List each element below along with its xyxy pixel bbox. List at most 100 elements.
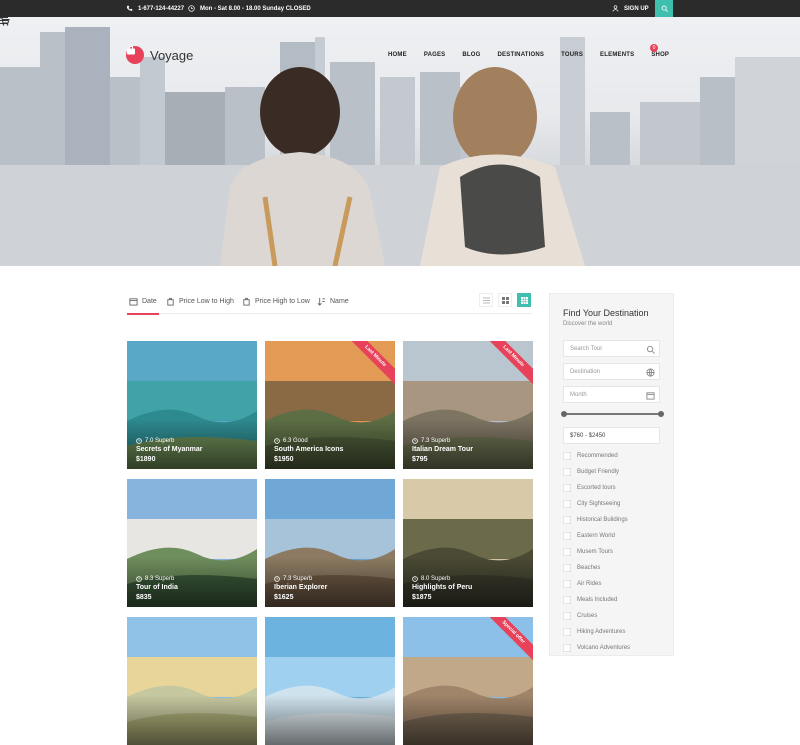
grid-3-view-button[interactable]	[517, 293, 531, 307]
sort-name[interactable]: Name	[317, 297, 349, 306]
tour-title[interactable]: Secrets of Myanmar	[136, 446, 203, 453]
sort-alpha-icon	[317, 297, 326, 306]
category-label: Historical Buildings	[577, 517, 628, 523]
month-input[interactable]: Month	[563, 386, 660, 403]
tour-card[interactable]: Last Minute 6.3 Good South America Icons $1…	[265, 341, 395, 469]
category-checkbox[interactable]: Hiking Adventures	[563, 628, 625, 636]
find-destination-sidebar: Find Your Destination Discover the world…	[549, 293, 674, 656]
search-icon	[661, 5, 668, 12]
tour-title[interactable]: Italian Dream Tour	[412, 446, 473, 453]
tour-card[interactable]: 8.0 Superb Highlights of Peru $1875	[403, 479, 533, 607]
rating-icon	[136, 438, 142, 444]
tour-card[interactable]	[265, 617, 395, 745]
price-tag-icon	[243, 297, 250, 306]
tour-title[interactable]: Highlights of Peru	[412, 584, 472, 591]
category-label: Volcano Adventures	[577, 645, 631, 651]
signup-link[interactable]: SIGN UP	[612, 5, 649, 12]
tour-card[interactable]: 7.3 Superb Iberian Explorer $1625	[265, 479, 395, 607]
checkbox[interactable]	[563, 548, 571, 556]
tour-card[interactable]: Special offer	[403, 617, 533, 745]
destination-placeholder: Destination	[570, 369, 601, 375]
checkbox[interactable]	[563, 628, 571, 636]
search-tour-input[interactable]: Search Tour	[563, 340, 660, 357]
price-range-slider[interactable]	[561, 411, 664, 417]
tour-rating-text: 7.0 Superb	[145, 438, 175, 444]
category-label: Eastern World	[577, 533, 615, 539]
category-label: Meals Included	[577, 597, 618, 603]
tour-price: $1875	[412, 594, 432, 601]
checkbox[interactable]	[563, 580, 571, 588]
nav-destinations[interactable]: DESTINATIONS	[498, 52, 545, 58]
tour-rating: 7.3 Superb	[274, 576, 312, 582]
checkbox[interactable]	[563, 644, 571, 652]
checkbox[interactable]	[563, 468, 571, 476]
destination-input[interactable]: Destination	[563, 363, 660, 380]
category-checkbox[interactable]: Budget Friendly	[563, 468, 619, 476]
checkbox[interactable]	[563, 500, 571, 508]
nav-pages[interactable]: PAGES	[424, 52, 446, 58]
rating-icon	[274, 576, 280, 582]
tour-title[interactable]: Tour of India	[136, 584, 178, 591]
nav-elements[interactable]: ELEMENTS	[600, 52, 634, 58]
slider-min-handle[interactable]	[561, 411, 567, 417]
opening-hours: Mon - Sat 8.00 - 18.00 Sunday CLOSED	[188, 5, 311, 12]
nav-blog[interactable]: BLOG	[462, 52, 480, 58]
category-checkbox[interactable]: Volcano Adventures	[563, 644, 630, 652]
category-checkbox[interactable]: Meals Included	[563, 596, 617, 604]
tour-title[interactable]: South America Icons	[274, 446, 343, 453]
logo-text: Voyage	[150, 47, 194, 63]
category-checkbox[interactable]: Beaches	[563, 564, 600, 572]
list-view-button[interactable]	[479, 293, 493, 307]
sort-price-high-low[interactable]: Price High to Low	[242, 297, 310, 306]
sort-price-low-high[interactable]: Price Low to High	[166, 297, 234, 306]
category-checkbox[interactable]: Recommended	[563, 452, 618, 460]
hamburger-menu-icon[interactable]	[0, 17, 8, 24]
category-checkbox[interactable]: Air Rides	[563, 580, 601, 588]
checkbox[interactable]	[563, 564, 571, 572]
tour-rating-text: 8.0 Superb	[421, 576, 451, 582]
main-nav: HOME PAGES BLOG DESTINATIONS TOURS ELEME…	[388, 52, 686, 58]
checkbox[interactable]	[563, 596, 571, 604]
phone-icon	[126, 5, 133, 11]
site-logo[interactable]: Voyage	[126, 46, 193, 64]
sort-date[interactable]: Date	[127, 297, 159, 315]
nav-tours[interactable]: TOURS	[561, 52, 583, 58]
hero-image: Voyage HOME PAGES BLOG DESTINATIONS TOUR…	[0, 17, 800, 266]
category-checkbox[interactable]: City Sightseeing	[563, 500, 620, 508]
cart-count-badge: 0	[650, 44, 658, 52]
category-label: City Sightseeing	[577, 501, 621, 507]
price-tag-icon	[167, 297, 174, 306]
checkbox[interactable]	[563, 452, 571, 460]
sort-price-low-high-label: Price Low to High	[179, 298, 234, 305]
tour-card[interactable]: 8.3 Superb Tour of India $835	[127, 479, 257, 607]
slider-max-handle[interactable]	[658, 411, 664, 417]
category-label: Escorted tours	[577, 485, 616, 491]
tour-title[interactable]: Iberian Explorer	[274, 584, 327, 591]
checkbox[interactable]	[563, 484, 571, 492]
checkbox[interactable]	[563, 516, 571, 524]
grid-2-view-button[interactable]	[498, 293, 512, 307]
category-checkbox[interactable]: Historical Buildings	[563, 516, 628, 524]
category-label: Budget Friendly	[577, 469, 620, 475]
nav-shop[interactable]: SHOP	[651, 52, 669, 58]
tour-card[interactable]: Last Minute 7.3 Superb Italian Dream Tour $…	[403, 341, 533, 469]
list-icon	[482, 297, 490, 303]
category-checkbox[interactable]: Eastern World	[563, 532, 615, 540]
tour-rating: 8.0 Superb	[412, 576, 450, 582]
category-checkbox[interactable]: Cruises	[563, 612, 597, 620]
tour-rating-text: 7.3 Superb	[283, 576, 313, 582]
calendar-icon	[646, 392, 655, 400]
sort-price-high-low-label: Price High to Low	[255, 298, 310, 305]
checkbox[interactable]	[563, 612, 571, 620]
search-toggle-button[interactable]	[655, 0, 673, 17]
checkbox[interactable]	[563, 532, 571, 540]
category-checkbox[interactable]: Escorted tours	[563, 484, 616, 492]
tour-card[interactable]	[127, 617, 257, 745]
search-icon	[646, 345, 655, 354]
nav-home[interactable]: HOME	[388, 52, 407, 58]
rating-icon	[274, 438, 280, 444]
clock-icon	[188, 5, 195, 12]
category-checkbox[interactable]: Musem Tours	[563, 548, 613, 556]
tour-card[interactable]: 7.0 Superb Secrets of Myanmar $1890	[127, 341, 257, 469]
grid-2-icon	[501, 296, 509, 304]
